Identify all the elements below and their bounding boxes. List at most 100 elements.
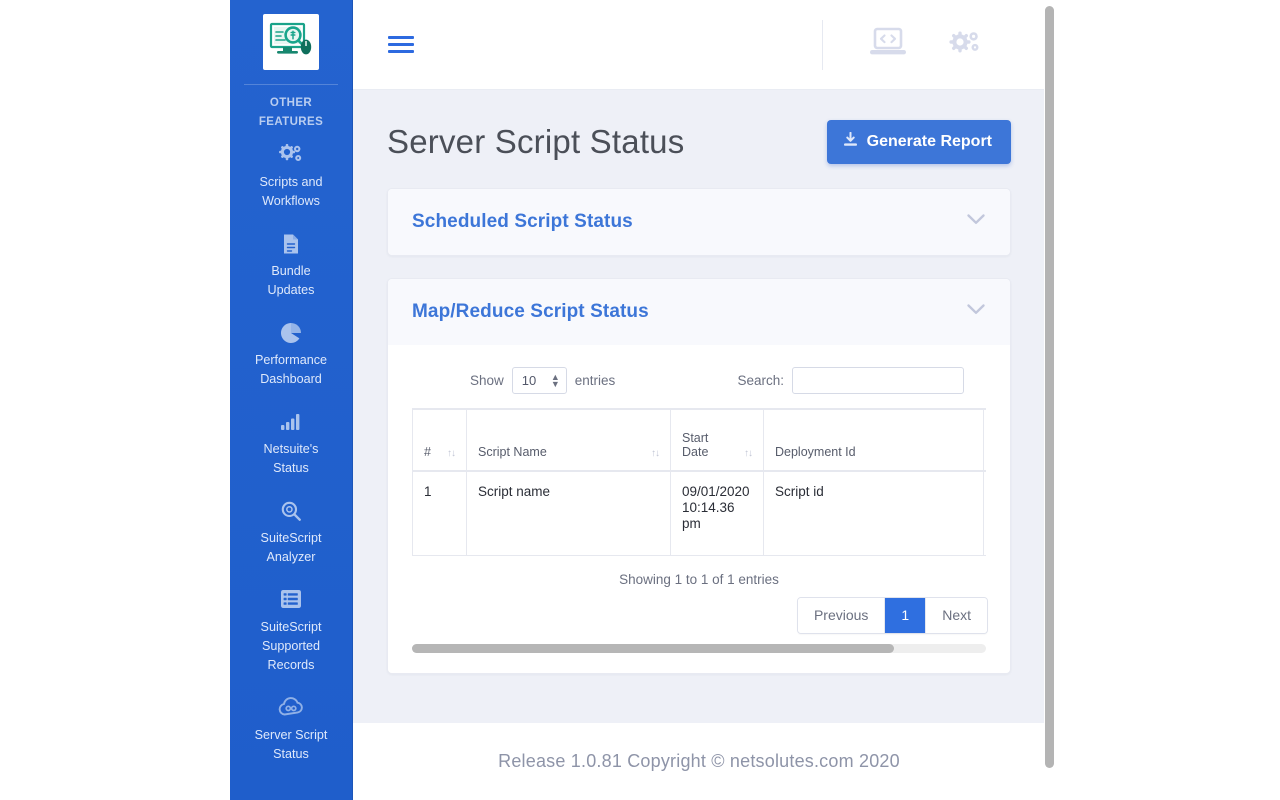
sidebar-item-performance-dashboard[interactable]: Performance Dashboard (230, 310, 352, 399)
page-length-select[interactable]: 10 25 50 100 (512, 367, 567, 394)
footer: Release 1.0.81 Copyright © netsolutes.co… (353, 723, 1045, 800)
horizontal-scrollbar-thumb[interactable] (412, 644, 894, 653)
column-label: Start Date (682, 431, 738, 459)
accordion-scheduled-script-status: Scheduled Script Status (387, 188, 1011, 256)
generate-report-button[interactable]: Generate Report (827, 120, 1011, 164)
topbar-actions (822, 20, 1045, 70)
column-label: # (424, 445, 431, 459)
page-header: Server Script Status Generate Report (387, 90, 1011, 188)
search-label: Search: (737, 373, 784, 388)
sidebar-item-label: Supported (236, 637, 346, 656)
sidebar-heading-line2: FEATURES (259, 116, 323, 128)
app-logo[interactable] (263, 14, 319, 70)
column-header-overflow (984, 409, 987, 471)
cell-overflow (984, 471, 987, 555)
cloud-icon (236, 697, 346, 719)
sort-updown-icon: ↑↓ (447, 448, 455, 459)
datatable-info: Showing 1 to 1 of 1 entries (388, 556, 1010, 593)
table-row[interactable]: 1 Script name 09/01/2020 10:14.36 pm Scr… (413, 471, 987, 555)
sort-updown-icon: ↑↓ (651, 448, 659, 459)
datatable-controls: Show 10 25 50 100 ▲▼ entries (388, 345, 1010, 408)
datatable-pagination: Previous 1 Next (388, 593, 1010, 634)
laptop-code-icon[interactable] (869, 27, 907, 62)
chevron-down-icon[interactable] (966, 303, 986, 321)
page-length-select-wrap: 10 25 50 100 ▲▼ (512, 367, 567, 394)
pagination-next-button[interactable]: Next (926, 598, 987, 633)
sidebar: OTHER FEATURES Scripts and Workflows (230, 0, 353, 800)
column-header-script-name[interactable]: Script Name ↑↓ (467, 409, 671, 471)
sidebar-item-suitescript-supported-records[interactable]: SuiteScript Supported Records (230, 577, 352, 685)
accordion-header[interactable]: Scheduled Script Status (388, 189, 1010, 255)
column-header-start-date[interactable]: Start Date ↑↓ (671, 409, 764, 471)
main-region: Server Script Status Generate Report Sch… (353, 0, 1045, 800)
pie-chart-icon (236, 322, 346, 344)
column-header-index[interactable]: # ↑↓ (413, 409, 467, 471)
sidebar-item-label: SuiteScript (236, 618, 346, 637)
entries-label: entries (575, 373, 616, 388)
vertical-scrollbar-thumb[interactable] (1045, 6, 1054, 768)
column-label: Deployment Id (775, 445, 856, 459)
gears-settings-icon[interactable] (947, 27, 983, 62)
monitor-magnifier-logo-icon (269, 22, 313, 62)
accordion-map-reduce-script-status: Map/Reduce Script Status Show (387, 278, 1011, 674)
sidebar-section-heading: OTHER FEATURES (230, 85, 352, 132)
vertical-scrollbar[interactable] (1044, 0, 1055, 800)
hamburger-bar (388, 43, 414, 46)
sidebar-item-label: Server Script (236, 726, 346, 745)
show-label: Show (470, 373, 504, 388)
list-table-icon (236, 589, 346, 611)
bar-chart-icon (236, 411, 346, 433)
sidebar-item-netsuites-status[interactable]: Netsuite's Status (230, 399, 352, 488)
sidebar-item-server-script-status[interactable]: Server Script Status (230, 685, 352, 774)
column-label: Script Name (478, 445, 547, 459)
sidebar-item-scripts-and-workflows[interactable]: Scripts and Workflows (230, 132, 352, 221)
table-body: 1 Script name 09/01/2020 10:14.36 pm Scr… (413, 471, 987, 555)
sidebar-item-label: Records (236, 656, 346, 675)
sidebar-item-label: Status (236, 745, 346, 764)
sidebar-item-label: SuiteScript (236, 529, 346, 548)
hamburger-menu-icon[interactable] (388, 36, 414, 53)
sidebar-item-suitescript-analyzer[interactable]: SuiteScript Analyzer (230, 488, 352, 577)
hamburger-bar (388, 36, 414, 39)
topbar (353, 0, 1045, 90)
cell-script-name: Script name (467, 471, 671, 555)
app-window: OTHER FEATURES Scripts and Workflows (0, 0, 1280, 800)
page-title: Server Script Status (387, 123, 684, 161)
sidebar-item-label: Dashboard (236, 370, 346, 389)
cell-start-date: 09/01/2020 10:14.36 pm (671, 471, 764, 555)
document-icon (236, 233, 346, 255)
topbar-divider (822, 20, 823, 70)
sidebar-item-label: Workflows (236, 192, 346, 211)
page-content: Server Script Status Generate Report Sch… (353, 90, 1045, 723)
generate-report-label: Generate Report (867, 133, 992, 151)
sidebar-item-label: Performance (236, 351, 346, 370)
accordion-title: Map/Reduce Script Status (412, 301, 649, 323)
footer-text: Release 1.0.81 Copyright © netsolutes.co… (498, 751, 900, 772)
script-status-table: # ↑↓ Script Name ↑↓ (412, 408, 986, 556)
gears-icon (236, 144, 346, 166)
accordion-body: Show 10 25 50 100 ▲▼ entries (388, 345, 1010, 673)
sidebar-item-label: Netsuite's (236, 440, 346, 459)
cell-deployment-id: Script id (764, 471, 984, 555)
accordion-header[interactable]: Map/Reduce Script Status (388, 279, 1010, 345)
horizontal-scrollbar[interactable] (412, 644, 986, 653)
column-header-deployment-id[interactable]: Deployment Id (764, 409, 984, 471)
hamburger-bar (388, 50, 414, 53)
table-header-row: # ↑↓ Script Name ↑↓ (413, 409, 987, 471)
table-head: # ↑↓ Script Name ↑↓ (413, 409, 987, 471)
sidebar-item-bundle-updates[interactable]: Bundle Updates (230, 221, 352, 310)
cell-index: 1 (413, 471, 467, 555)
datatable-filter-control: Search: (737, 367, 964, 394)
pager: Previous 1 Next (797, 597, 988, 634)
sidebar-logo-wrap (230, 0, 352, 70)
chevron-down-icon[interactable] (966, 213, 986, 231)
sidebar-item-label: Updates (236, 281, 346, 300)
search-input[interactable] (792, 367, 964, 394)
sidebar-item-label: Status (236, 459, 346, 478)
magnifier-icon (236, 500, 346, 522)
accordion-title: Scheduled Script Status (412, 211, 633, 233)
sort-updown-icon: ↑↓ (744, 448, 752, 459)
pagination-page-1-button[interactable]: 1 (885, 598, 926, 633)
sidebar-heading-line1: OTHER (270, 97, 312, 109)
pagination-previous-button[interactable]: Previous (798, 598, 885, 633)
